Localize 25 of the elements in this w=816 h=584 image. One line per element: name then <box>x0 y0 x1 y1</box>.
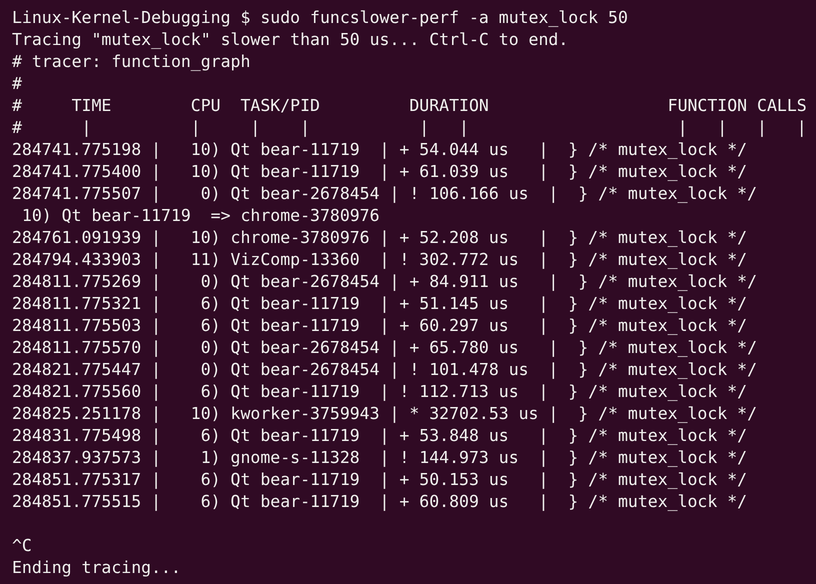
terminal-line: # <box>12 73 22 95</box>
terminal-line: 284811.775321 | 6) Qt bear-11719 | + 51.145 us | } /* mutex_lock */ <box>12 293 748 315</box>
terminal-line: 284811.775570 | 0) Qt bear-2678454 | + 65.780 us | } /* mutex_lock */ <box>12 337 758 359</box>
terminal-line: 284825.251178 | 10) kworker-3759943 | * 32702.53 us | } /* mutex_lock */ <box>12 403 758 425</box>
terminal-line: ^C <box>12 535 32 557</box>
terminal-line: # | | | | | | | | | | <box>12 117 807 139</box>
terminal-line: 284831.775498 | 6) Qt bear-11719 | + 53.848 us | } /* mutex_lock */ <box>12 425 748 447</box>
terminal-line: 284811.775503 | 6) Qt bear-11719 | + 60.297 us | } /* mutex_lock */ <box>12 315 748 337</box>
terminal-line: 284741.775507 | 0) Qt bear-2678454 | ! 106.166 us | } /* mutex_lock */ <box>12 183 758 205</box>
terminal-line: Ending tracing... <box>12 557 181 579</box>
terminal-line: 284821.775560 | 6) Qt bear-11719 | ! 112.713 us | } /* mutex_lock */ <box>12 381 748 403</box>
terminal-line: 284837.937573 | 1) gnome-s-11328 | ! 144.973 us | } /* mutex_lock */ <box>12 447 748 469</box>
terminal-line: 284741.775198 | 10) Qt bear-11719 | + 54.044 us | } /* mutex_lock */ <box>12 139 748 161</box>
terminal-line: 284741.775400 | 10) Qt bear-11719 | + 61.039 us | } /* mutex_lock */ <box>12 161 748 183</box>
terminal-line: Tracing "mutex_lock" slower than 50 us... Ctrl-C to end. <box>12 29 568 51</box>
terminal-line: # tracer: function_graph <box>12 51 250 73</box>
terminal-line: 284821.775447 | 0) Qt bear-2678454 | ! 101.478 us | } /* mutex_lock */ <box>12 359 758 381</box>
terminal-line: # TIME CPU TASK/PID DURATION FUNCTION CALLS <box>12 95 807 117</box>
terminal-line: 284794.433903 | 11) VizComp-13360 | ! 302.772 us | } /* mutex_lock */ <box>12 249 748 271</box>
terminal-line: 284761.091939 | 10) chrome-3780976 | + 52.208 us | } /* mutex_lock */ <box>12 227 748 249</box>
terminal-line: 284811.775269 | 0) Qt bear-2678454 | + 84.911 us | } /* mutex_lock */ <box>12 271 758 293</box>
terminal-line: Linux-Kernel-Debugging $ sudo funcslower-perf -a mutex_lock 50 <box>12 7 628 29</box>
terminal-line: 10) Qt bear-11719 => chrome-3780976 <box>20 205 380 227</box>
terminal-line: 284851.775515 | 6) Qt bear-11719 | + 60.809 us | } /* mutex_lock */ <box>12 491 748 513</box>
terminal-line: 284851.775317 | 6) Qt bear-11719 | + 50.153 us | } /* mutex_lock */ <box>12 469 748 491</box>
